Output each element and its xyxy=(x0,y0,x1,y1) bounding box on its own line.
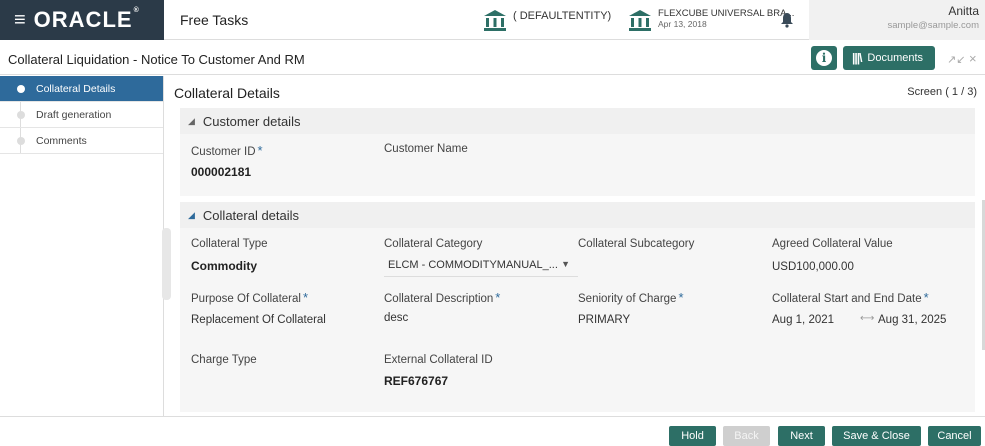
collateral-category-value: ELCM - COMMODITYMANUAL_... xyxy=(388,259,558,271)
brand-area: ≡ ORACLE® xyxy=(0,0,164,40)
collapse-triangle-icon: ◢ xyxy=(188,115,195,126)
collateral-description-label: Collateral Description * xyxy=(384,290,501,305)
charge-type-label: Charge Type xyxy=(191,354,257,366)
action-footer: Hold Back Next Save & Close Cancel xyxy=(0,416,985,446)
external-collateral-id-label: External Collateral ID xyxy=(384,354,493,366)
documents-button[interactable]: |||\ Documents xyxy=(843,46,935,70)
branch-name: FLEXCUBE UNIVERSAL BRA... xyxy=(658,8,795,19)
page-title: Collateral Liquidation - Notice To Custo… xyxy=(8,52,305,67)
collateral-end-date: Aug 31, 2025 xyxy=(878,314,947,326)
minimize-icon[interactable]: ↗↙ xyxy=(947,53,965,66)
oracle-logo: ORACLE® xyxy=(33,7,140,32)
sidebar-item-collateral-details[interactable]: Collateral Details xyxy=(0,76,163,102)
bank-icon xyxy=(484,10,506,31)
entity-selector[interactable]: ( DEFAULTENTITY) xyxy=(483,9,611,31)
sidebar-item-comments[interactable]: Comments xyxy=(0,128,163,154)
main-content: Collateral Details Screen ( 1 / 3) ◢ Cus… xyxy=(165,76,985,416)
collateral-dates-label: Collateral Start and End Date * xyxy=(772,290,929,305)
screen-indicator: Screen ( 1 / 3) xyxy=(907,86,977,98)
chevron-down-icon: ▼ xyxy=(561,259,570,269)
sidebar-item-label: Draft generation xyxy=(36,108,112,121)
customer-id-value: 000002181 xyxy=(191,165,252,179)
collateral-type-label: Collateral Type xyxy=(191,238,268,250)
date-range-arrow-icon: ⟷ xyxy=(860,313,875,324)
agreed-collateral-value-label: Agreed Collateral Value xyxy=(772,238,893,250)
documents-icon: |||\ xyxy=(852,51,862,65)
step-sidebar: Collateral Details Draft generation Comm… xyxy=(0,76,164,416)
step-dot-icon xyxy=(17,137,25,145)
next-button[interactable]: Next xyxy=(778,426,825,446)
collateral-details-title: Collateral details xyxy=(202,207,300,223)
customer-details-body: Customer ID * 000002181 Customer Name xyxy=(180,134,975,196)
info-button[interactable]: i xyxy=(811,46,837,70)
collateral-category-select[interactable]: ELCM - COMMODITYMANUAL_... ▼ xyxy=(384,255,578,277)
hamburger-menu-icon[interactable]: ≡ xyxy=(14,10,26,30)
save-and-close-button[interactable]: Save & Close xyxy=(832,426,921,446)
cancel-button[interactable]: Cancel xyxy=(928,426,981,446)
user-name: Anitta xyxy=(948,4,979,18)
task-title-bar: Collateral Liquidation - Notice To Custo… xyxy=(0,41,985,75)
documents-label: Documents xyxy=(867,52,924,64)
step-dot-icon xyxy=(17,111,25,119)
customer-details-header[interactable]: ◢ Customer details xyxy=(180,108,975,134)
collateral-category-label: Collateral Category xyxy=(384,238,483,250)
branch-date: Apr 13, 2018 xyxy=(658,19,707,29)
purpose-of-collateral-value: Replacement Of Collateral xyxy=(191,314,326,326)
user-menu[interactable]: Anitta sample@sample.com xyxy=(809,0,985,40)
entity-label: ( DEFAULTENTITY) xyxy=(513,10,612,22)
collateral-start-date: Aug 1, 2021 xyxy=(772,314,835,326)
collapse-triangle-icon: ◢ xyxy=(188,209,195,220)
agreed-collateral-value: USD100,000.00 xyxy=(772,261,854,273)
sidebar-item-label: Comments xyxy=(36,134,87,147)
close-icon[interactable]: × xyxy=(969,51,977,66)
seniority-of-charge-label: Seniority of Charge * xyxy=(578,290,684,305)
collateral-subcategory-label: Collateral Subcategory xyxy=(578,238,695,250)
user-email: sample@sample.com xyxy=(887,20,979,31)
collateral-details-body: Collateral Type Commodity Collateral Cat… xyxy=(180,228,975,412)
customer-name-label: Customer Name xyxy=(384,143,468,155)
back-button[interactable]: Back xyxy=(723,426,770,446)
external-collateral-id-value: REF676767 xyxy=(384,374,449,388)
step-dot-icon xyxy=(17,85,25,93)
collateral-description-value: desc xyxy=(384,312,409,324)
hold-button[interactable]: Hold xyxy=(669,426,716,446)
info-icon: i xyxy=(816,50,832,66)
branch-selector[interactable]: FLEXCUBE UNIVERSAL BRA... Apr 13, 2018 xyxy=(628,9,794,31)
sidebar-item-draft-generation[interactable]: Draft generation xyxy=(0,102,163,128)
customer-details-title: Customer details xyxy=(202,113,301,129)
collateral-details-header[interactable]: ◢ Collateral details xyxy=(180,202,975,228)
collateral-type-value: Commodity xyxy=(191,259,257,273)
customer-id-label: Customer ID * xyxy=(191,143,263,158)
section-page-title: Collateral Details xyxy=(174,85,280,101)
purpose-of-collateral-label: Purpose Of Collateral * xyxy=(191,290,309,305)
branch-bank-icon xyxy=(629,10,651,31)
bell-icon[interactable] xyxy=(780,12,794,28)
sidebar-item-label: Collateral Details xyxy=(36,82,116,95)
app-title[interactable]: Free Tasks xyxy=(180,12,248,28)
top-bar: ≡ ORACLE® Free Tasks ( DEFAULTENTITY) FL… xyxy=(0,0,985,40)
seniority-of-charge-value: PRIMARY xyxy=(578,314,631,326)
